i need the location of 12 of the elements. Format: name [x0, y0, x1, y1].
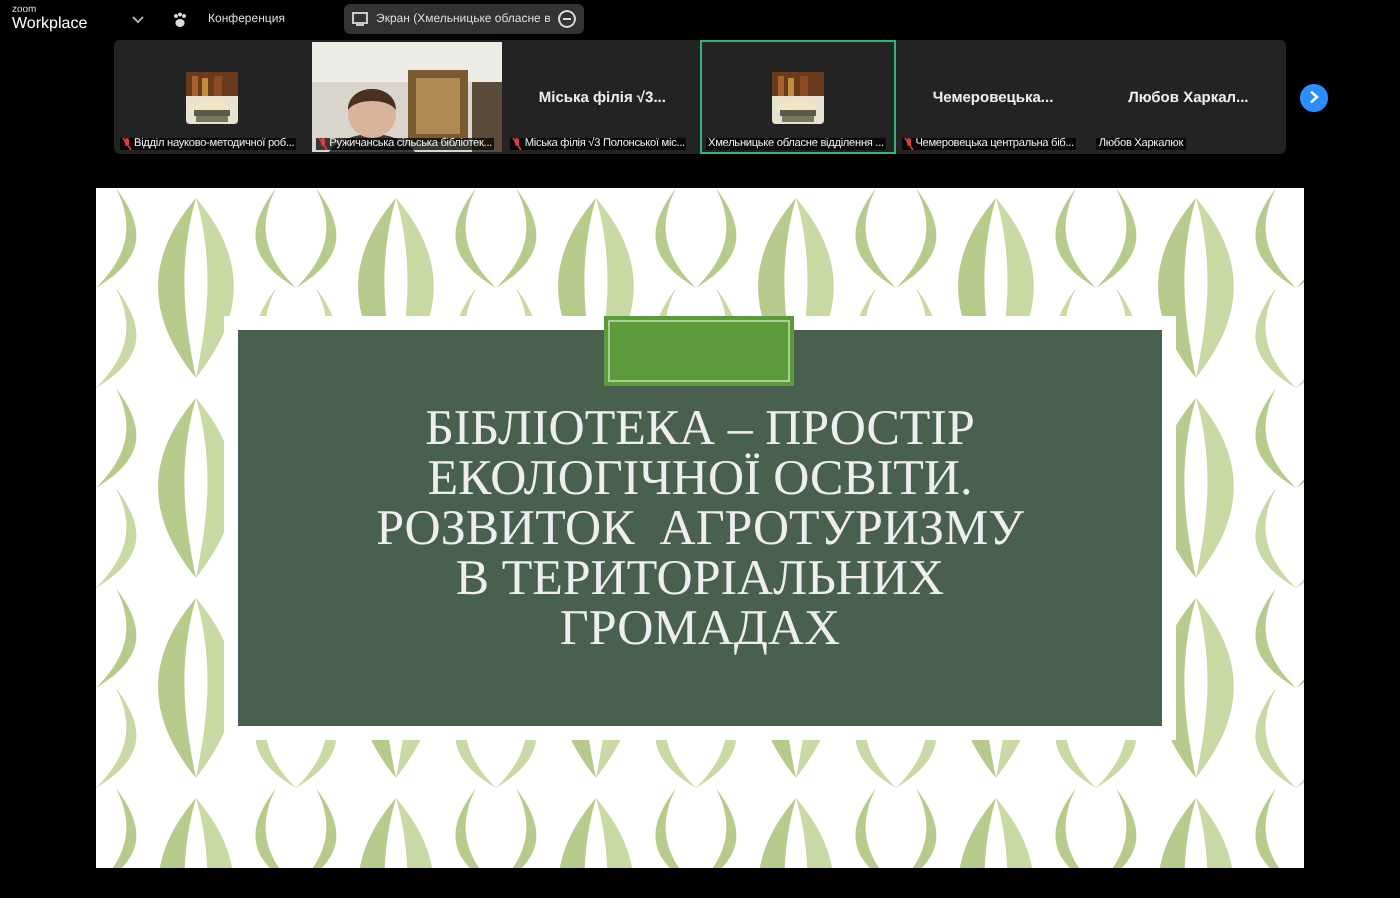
- paw-icon: [172, 11, 188, 27]
- next-page-button[interactable]: [1300, 83, 1328, 111]
- minus-circle-icon: [558, 10, 577, 28]
- slide-title: В ТЕРИТОРІАЛЬНИХ: [455, 554, 945, 604]
- slide-title: БІБЛІОТЕКА – ПРОСТІР: [425, 404, 975, 454]
- chevron-right-icon: [1308, 90, 1320, 104]
- chevron-down-icon[interactable]: [132, 15, 144, 23]
- logo-text: Workplace: [12, 16, 90, 32]
- slide-title: ГРОМАДАХ: [559, 604, 841, 654]
- screen-icon: [352, 12, 368, 26]
- slide-title: ЕКОЛОГІЧНОЇ ОСВІТИ.: [427, 454, 973, 504]
- slide-title: РОЗВИТОК АГРОТУРИЗМУ: [376, 504, 1024, 554]
